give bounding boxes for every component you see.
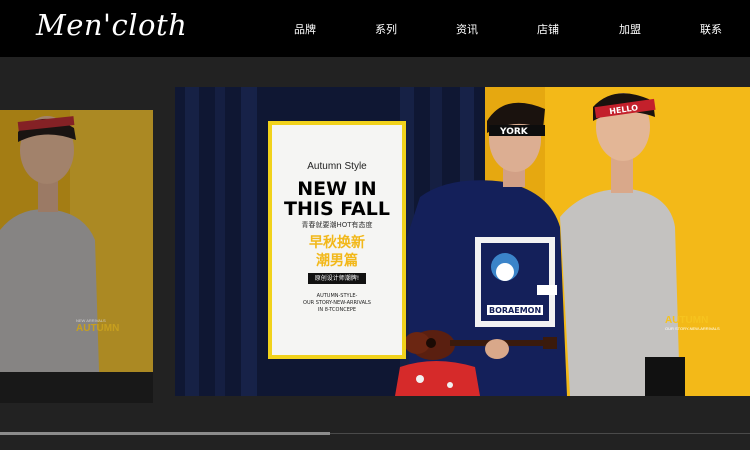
main-slide-caption: AUTUMN OUR STORY-NEW-ARRIVALS bbox=[665, 315, 720, 331]
promo-poster-card: Autumn Style NEW IN THIS FALL 青春就要潮HOT有态… bbox=[272, 125, 402, 355]
nav-item-join[interactable]: 加盟 bbox=[619, 21, 641, 37]
caption-title-right: AUTUMN bbox=[665, 315, 709, 326]
top-header: Men'cloth 品牌 系列 资讯 店铺 加盟 联系 bbox=[0, 0, 750, 57]
promo-poster[interactable]: Autumn Style NEW IN THIS FALL 青春就要潮HOT有态… bbox=[268, 121, 406, 359]
poster-small-1: AUTUMN-STYLE- bbox=[316, 293, 358, 299]
caption-title: AUTUMN bbox=[76, 323, 120, 334]
poster-style-line: Autumn Style bbox=[307, 161, 367, 172]
nav-item-stores[interactable]: 店铺 bbox=[537, 21, 559, 37]
poster-subtitle: 青春就要潮HOT有态度 bbox=[301, 221, 373, 229]
caption-small-right: OUR STORY-NEW-ARRIVALS bbox=[665, 326, 720, 331]
poster-headline-2: THIS FALL bbox=[284, 198, 390, 220]
main-nav: 品牌 系列 资讯 店铺 加盟 联系 bbox=[0, 21, 750, 37]
poster-cn-title-1: 早秋换新 bbox=[309, 235, 365, 251]
headband-center-text: YORK bbox=[499, 127, 529, 137]
left-slide-caption: NEW ARRIVALS AUTUMN bbox=[76, 318, 119, 334]
carousel-progress-thumb[interactable] bbox=[0, 432, 330, 435]
poster-headline-1: NEW IN bbox=[297, 178, 377, 200]
nav-item-news[interactable]: 资讯 bbox=[456, 21, 478, 37]
carousel-slide-previous[interactable]: NEW ARRIVALS AUTUMN bbox=[0, 110, 153, 403]
hero-photo: BORAEMON YORK HELLO bbox=[175, 87, 750, 396]
slide-dim-overlay bbox=[0, 110, 153, 403]
poster-small-3: IN 8-TCONCEPE bbox=[317, 307, 357, 313]
nav-item-brand[interactable]: 品牌 bbox=[294, 21, 316, 37]
poster-small-2: OUR STORY-NEW-ARRIVALS bbox=[303, 300, 371, 306]
poster-cn-title-2: 潮男篇 bbox=[316, 253, 358, 269]
shirt-print-text: BORAEMON bbox=[489, 306, 541, 315]
nav-item-series[interactable]: 系列 bbox=[375, 21, 397, 37]
carousel-slide-active[interactable]: BORAEMON YORK HELLO AUTUMN OUR STORY-NEW… bbox=[175, 87, 750, 396]
nav-item-contact[interactable]: 联系 bbox=[700, 21, 722, 37]
poster-badge: 原创设计师潮牌! bbox=[308, 273, 366, 284]
